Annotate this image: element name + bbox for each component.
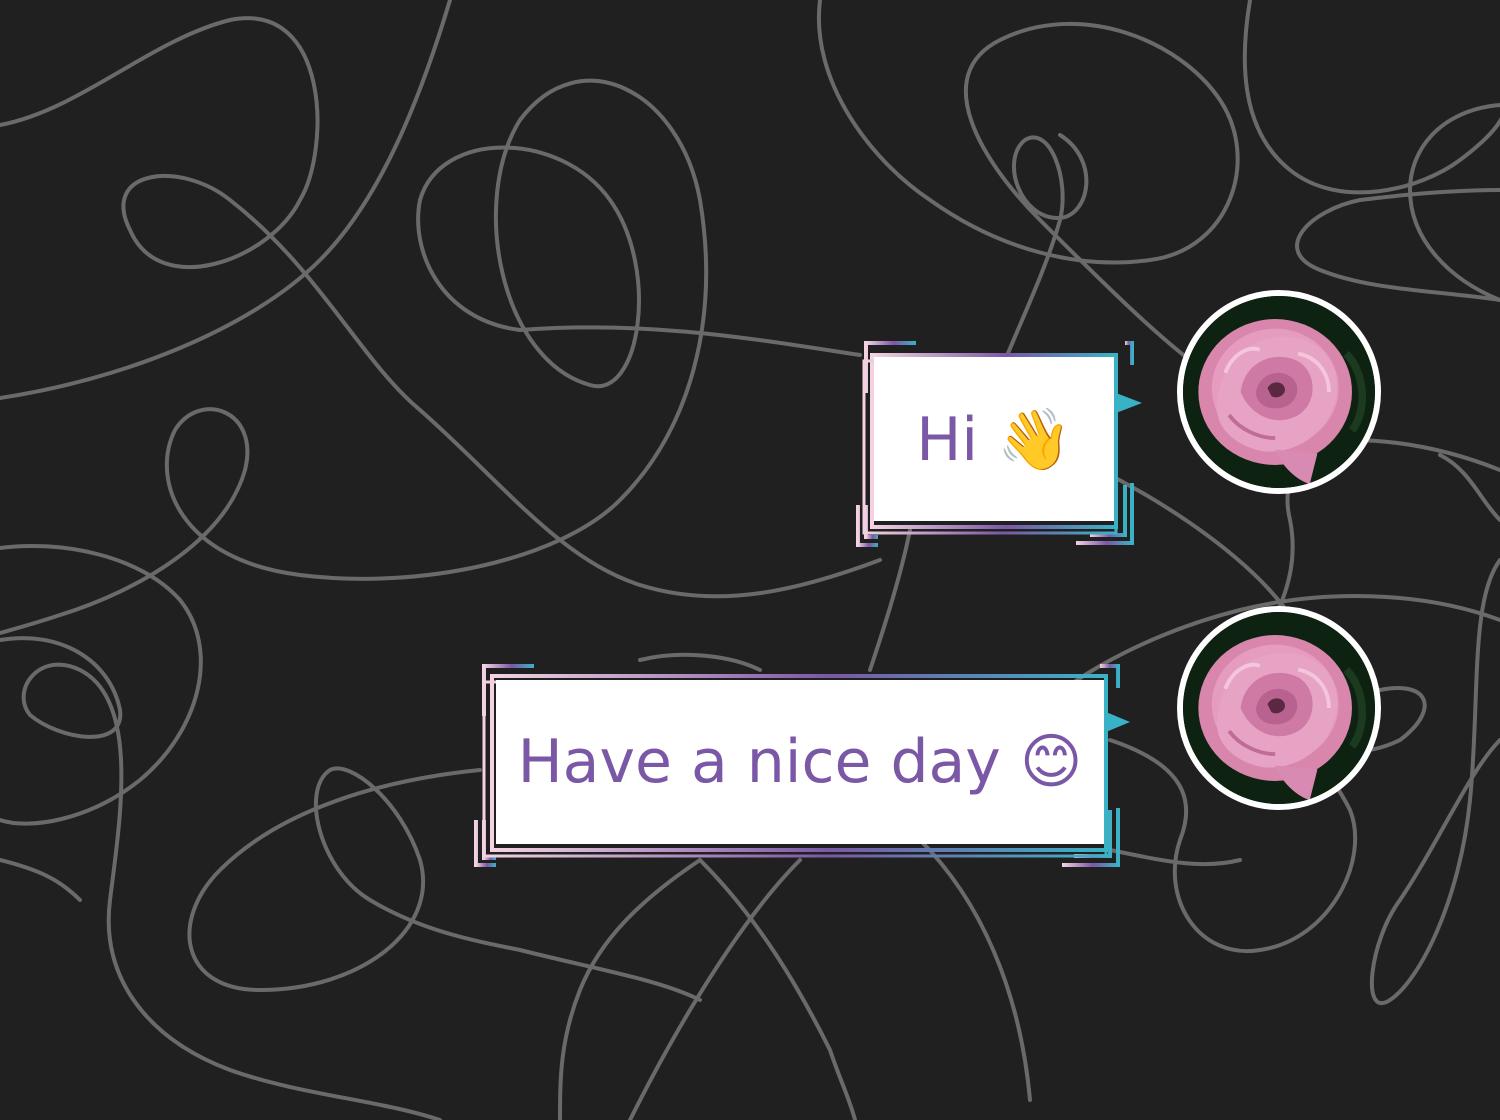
message-text: Have a nice day 😊	[517, 727, 1083, 797]
pink-rose-avatar-icon[interactable]	[1177, 606, 1381, 810]
message-bubble: Hi 👋	[874, 357, 1114, 521]
message-bubble: Have a nice day 😊	[496, 680, 1104, 844]
message-text: Hi 👋	[916, 404, 1072, 475]
background-squiggle-pattern	[0, 0, 1500, 1120]
pink-rose-avatar-icon[interactable]	[1177, 290, 1381, 494]
